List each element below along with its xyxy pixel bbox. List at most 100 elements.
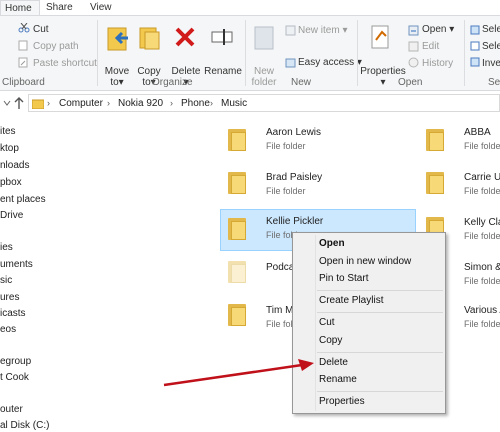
folder-type: File folder (464, 186, 500, 196)
ribbon-divider (97, 20, 98, 86)
nav-item-documents[interactable]: uments (0, 259, 33, 270)
nav-item-podcasts[interactable]: icasts (0, 308, 26, 319)
folder-name[interactable]: Tim M (266, 305, 293, 316)
open-group-label: Open (398, 77, 423, 88)
invert-selection-button[interactable]: Inver (482, 58, 500, 69)
address-row: › Computer › Nokia 920 › Phone › Music (0, 92, 500, 114)
menu-divider (317, 391, 443, 392)
menu-item-create-playlist[interactable]: Create Playlist (319, 295, 383, 306)
breadcrumb-computer[interactable]: Computer (59, 98, 103, 109)
nav-item-downloads[interactable]: nloads (0, 160, 29, 171)
folder-name[interactable]: Kelly Cla (464, 217, 500, 228)
menu-divider (317, 352, 443, 353)
folder-icon (32, 99, 44, 109)
folder-icon[interactable] (228, 216, 246, 240)
easy-access-button[interactable]: Easy access ▾ (298, 57, 362, 68)
dropdown-icon[interactable] (2, 97, 12, 109)
select-none-icon (470, 41, 480, 51)
tab-home[interactable]: Home (0, 0, 40, 16)
menu-item-pin-to-start[interactable]: Pin to Start (319, 273, 368, 284)
address-bar[interactable]: › Computer › Nokia 920 › Phone › Music (28, 94, 500, 112)
folder-type: File folder (266, 141, 306, 151)
cut-button[interactable]: Cut (33, 24, 49, 35)
folder-icon[interactable] (426, 127, 444, 151)
copy-path-icon (18, 40, 28, 51)
open-icon (408, 25, 419, 36)
new-item-button[interactable]: New item ▾ (298, 25, 348, 36)
folder-type: File folde (464, 276, 500, 286)
clipboard-group-label: Clipboard (2, 77, 45, 88)
folder-name[interactable]: ABBA (464, 127, 491, 138)
up-arrow-icon[interactable] (14, 96, 24, 110)
organize-group-label: Organize (152, 77, 193, 88)
select-all-icon (470, 25, 480, 35)
nav-item-dropbox[interactable]: pbox (0, 177, 22, 188)
nav-item-user[interactable]: t Cook (0, 372, 29, 383)
folder-name[interactable]: Brad Paisley (266, 172, 322, 183)
folder-icon[interactable] (228, 127, 246, 151)
paste-shortcut-button[interactable]: Paste shortcut (33, 58, 97, 69)
nav-item-skydrive[interactable]: Drive (0, 210, 23, 221)
history-button[interactable]: History (422, 58, 453, 69)
menu-item-open-new-window[interactable]: Open in new window (319, 256, 411, 267)
chevron-right-icon: › (47, 98, 50, 108)
nav-item-music[interactable]: sic (0, 275, 12, 286)
nav-item-libraries[interactable]: ies (0, 242, 13, 253)
ribbon-divider (464, 20, 465, 86)
folder-icon[interactable] (228, 259, 246, 283)
folder-icon[interactable] (228, 170, 246, 194)
tab-view[interactable]: View (86, 0, 116, 16)
menu-item-delete[interactable]: Delete (319, 357, 348, 368)
properties-icon (371, 25, 389, 49)
menu-item-rename[interactable]: Rename (319, 374, 357, 385)
folder-name[interactable]: Podca (266, 262, 294, 273)
open-button[interactable]: Open ▾ (422, 24, 454, 35)
nav-item-desktop[interactable]: ktop (0, 143, 19, 154)
nav-item-computer[interactable]: outer (0, 404, 23, 415)
ribbon-divider (245, 20, 246, 86)
folder-name[interactable]: Kellie Pickler (266, 216, 323, 227)
menu-divider (317, 290, 443, 291)
nav-item-pictures[interactable]: ures (0, 292, 19, 303)
ribbon: Cut Copy path Paste shortcut Clipboard M… (0, 15, 500, 91)
chevron-right-icon: › (210, 98, 213, 108)
breadcrumb-phone[interactable]: Phone (181, 98, 210, 109)
breadcrumb-nokia-920[interactable]: Nokia 920 (118, 98, 163, 109)
nav-item-homegroup[interactable]: egroup (0, 356, 31, 367)
select-group-label: Se (488, 77, 500, 88)
menu-item-copy[interactable]: Copy (319, 335, 342, 346)
move-to-button[interactable]: Move to▾ (103, 66, 131, 88)
new-folder-icon (254, 26, 274, 50)
new-folder-button[interactable]: New folder (249, 66, 279, 88)
breadcrumb-music[interactable]: Music (221, 98, 247, 109)
nav-item-favorites[interactable]: ites (0, 126, 16, 137)
nav-item-recent-places[interactable]: ent places (0, 194, 46, 205)
new-group-label: New (291, 77, 312, 88)
folder-icon[interactable] (228, 302, 246, 326)
nav-item-local-disk[interactable]: al Disk (C:) (0, 420, 49, 431)
paste-shortcut-icon (18, 57, 28, 68)
folder-name[interactable]: Carrie Ur (464, 172, 500, 183)
menu-item-properties[interactable]: Properties (319, 396, 365, 407)
copy-to-icon (139, 27, 160, 50)
folder-name[interactable]: Simon & (464, 262, 500, 273)
folder-name[interactable]: Aaron Lewis (266, 127, 321, 138)
chevron-right-icon: › (107, 98, 110, 108)
menu-item-cut[interactable]: Cut (319, 317, 335, 328)
folder-type: File folder (266, 186, 306, 196)
select-none-button[interactable]: Selec (482, 41, 500, 52)
menu-item-open[interactable]: Open (319, 238, 345, 249)
copy-path-button[interactable]: Copy path (33, 41, 79, 52)
folder-icon[interactable] (426, 170, 444, 194)
ribbon-tabs: Home Share View (0, 0, 500, 16)
menu-divider (317, 312, 443, 313)
chevron-right-icon: › (170, 98, 173, 108)
folder-name[interactable]: Various A (464, 305, 500, 316)
select-all-button[interactable]: Selec (482, 24, 500, 35)
rename-button[interactable]: Rename (204, 66, 242, 77)
tab-share[interactable]: Share (42, 0, 77, 16)
move-to-icon (107, 27, 128, 51)
edit-button[interactable]: Edit (422, 41, 439, 52)
nav-item-videos[interactable]: eos (0, 324, 16, 335)
ribbon-divider (357, 20, 358, 86)
